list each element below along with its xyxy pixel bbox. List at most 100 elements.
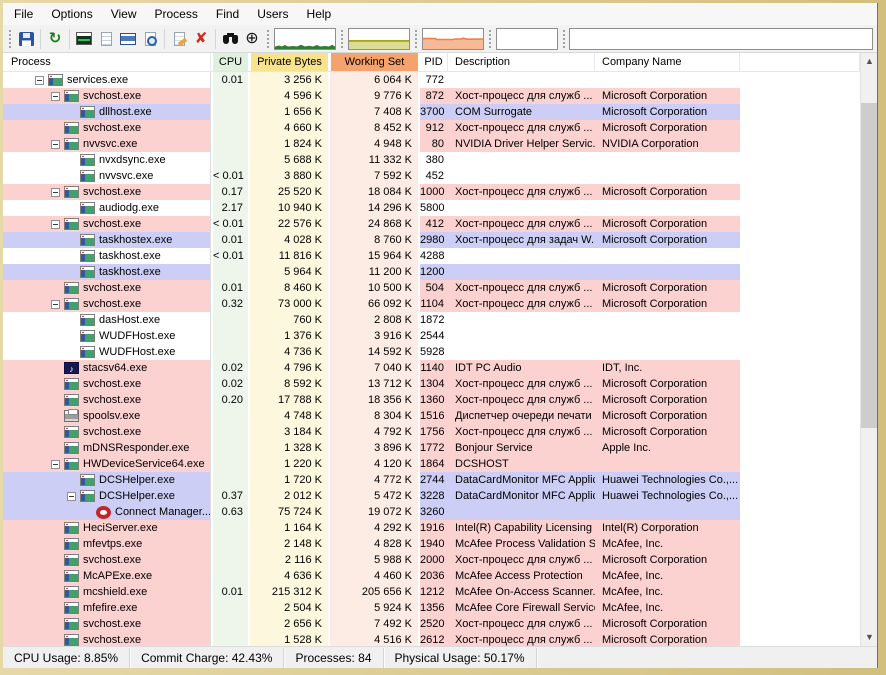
- properties-button[interactable]: [168, 28, 190, 50]
- process-row[interactable]: svchost.exe2 116 K5 988 K2000Хост-процес…: [3, 552, 860, 568]
- private-bytes-value: 8 592 K: [250, 376, 330, 392]
- process-row[interactable]: mfevtps.exe2 148 K4 828 K1940McAfee Proc…: [3, 536, 860, 552]
- view-dlls-button[interactable]: [139, 28, 161, 50]
- scrollbar-thumb[interactable]: [861, 103, 877, 428]
- menu-view[interactable]: View: [102, 4, 146, 24]
- process-row[interactable]: mDNSResponder.exe1 328 K3 896 K1772Bonjo…: [3, 440, 860, 456]
- column-header-pid[interactable]: PID: [420, 53, 448, 71]
- process-row[interactable]: svchost.exe2 656 K7 492 K2520Хост-процес…: [3, 616, 860, 632]
- save-button[interactable]: [15, 28, 37, 50]
- process-row[interactable]: taskhost.exe5 964 K11 200 K1200: [3, 264, 860, 280]
- system-information-button[interactable]: [73, 28, 95, 50]
- window-icon: [64, 602, 79, 614]
- toolbar-gripper[interactable]: [488, 30, 492, 48]
- process-name: nvvsvc.exe: [83, 136, 137, 152]
- process-row[interactable]: nvvsvc.exe1 824 K4 948 K80NVIDIA Driver …: [3, 136, 860, 152]
- company-name-value: Microsoft Corporation: [595, 232, 740, 248]
- description-value: Хост-процесс для служб ...: [448, 376, 595, 392]
- show-process-tree-button[interactable]: [95, 28, 117, 50]
- expand-toggle[interactable]: [67, 492, 76, 501]
- process-row[interactable]: mfefire.exe2 504 K5 924 K1356McAfee Core…: [3, 600, 860, 616]
- refresh-button[interactable]: ↻: [44, 28, 66, 50]
- description-value: Хост-процесс для служб ...: [448, 632, 595, 646]
- description-value: McAfee Process Validation S...: [448, 536, 595, 552]
- process-row[interactable]: svchost.exe0.018 460 K10 500 K504Хост-пр…: [3, 280, 860, 296]
- cpu-value: [211, 104, 250, 120]
- show-lower-pane-button[interactable]: [117, 28, 139, 50]
- toolbar-gripper[interactable]: [414, 30, 418, 48]
- column-header-working-set[interactable]: Working Set: [330, 53, 420, 71]
- working-set-value: 19 072 K: [330, 504, 420, 520]
- expand-toggle[interactable]: [51, 188, 60, 197]
- process-row[interactable]: WUDFHost.exe4 736 K14 592 K5928: [3, 344, 860, 360]
- process-row[interactable]: Connect Manager....0.6375 724 K19 072 K3…: [3, 504, 860, 520]
- company-name-value: Microsoft Corporation: [595, 424, 740, 440]
- process-row[interactable]: svchost.exe< 0.0122 576 K24 868 K412Хост…: [3, 216, 860, 232]
- row-filler: [740, 632, 860, 646]
- find-handle-button[interactable]: [219, 28, 241, 50]
- process-row[interactable]: taskhost.exe< 0.0111 816 K15 964 K4288: [3, 248, 860, 264]
- toolbar-gripper[interactable]: [266, 30, 270, 48]
- column-header-private-bytes[interactable]: Private Bytes: [250, 53, 330, 71]
- process-row[interactable]: audiodg.exe2.1710 940 K14 296 K5800: [3, 200, 860, 216]
- process-row[interactable]: dllhost.exe1 656 K7 408 K3700COM Surroga…: [3, 104, 860, 120]
- toolbar-gripper[interactable]: [562, 30, 566, 48]
- process-row[interactable]: svchost.exe0.2017 788 K18 356 K1360Хост-…: [3, 392, 860, 408]
- pid-value: 1940: [420, 536, 448, 552]
- expand-toggle[interactable]: [51, 300, 60, 309]
- row-filler: [740, 616, 860, 632]
- expand-toggle[interactable]: [51, 220, 60, 229]
- process-row[interactable]: svchost.exe4 660 K8 452 K912Хост-процесс…: [3, 120, 860, 136]
- process-row[interactable]: svchost.exe0.3273 000 K66 092 K1104Хост-…: [3, 296, 860, 312]
- process-row[interactable]: DCSHelper.exe0.372 012 K5 472 K3228DataC…: [3, 488, 860, 504]
- empty-graph-panel[interactable]: [569, 28, 873, 50]
- find-window-process-button[interactable]: ⊕: [241, 28, 263, 50]
- vertical-scrollbar[interactable]: ▲ ▼: [860, 53, 877, 646]
- process-row[interactable]: HWDeviceService64.exe1 220 K4 120 K1864D…: [3, 456, 860, 472]
- process-row[interactable]: nvxdsync.exe5 688 K11 332 K380: [3, 152, 860, 168]
- menu-process[interactable]: Process: [146, 4, 207, 24]
- cpu-history-graph[interactable]: [274, 28, 336, 50]
- process-row[interactable]: spoolsv.exe4 748 K8 304 K1516Диспетчер о…: [3, 408, 860, 424]
- gpu-history-graph[interactable]: [496, 28, 558, 50]
- physical-memory-graph[interactable]: [422, 28, 484, 50]
- process-row[interactable]: svchost.exe4 596 K9 776 K872Хост-процесс…: [3, 88, 860, 104]
- commit-history-graph[interactable]: [348, 28, 410, 50]
- process-row[interactable]: svchost.exe0.1725 520 K18 084 K1000Хост-…: [3, 184, 860, 200]
- process-row[interactable]: McAPExe.exe4 636 K4 460 K2036McAfee Acce…: [3, 568, 860, 584]
- company-name-value: Microsoft Corporation: [595, 392, 740, 408]
- toolbar-gripper[interactable]: [340, 30, 344, 48]
- process-row[interactable]: dasHost.exe760 K2 808 K1872: [3, 312, 860, 328]
- process-row[interactable]: WUDFHost.exe1 376 K3 916 K2544: [3, 328, 860, 344]
- process-name: HWDeviceService64.exe: [83, 456, 205, 472]
- window-icon: [80, 154, 95, 166]
- kill-process-button[interactable]: ✘: [190, 28, 212, 50]
- scroll-up-arrow[interactable]: ▲: [861, 53, 877, 70]
- process-row[interactable]: svchost.exe0.028 592 K13 712 K1304Хост-п…: [3, 376, 860, 392]
- menu-options[interactable]: Options: [42, 4, 101, 24]
- process-row[interactable]: svchost.exe3 184 K4 792 K1756Хост-процес…: [3, 424, 860, 440]
- menu-users[interactable]: Users: [248, 4, 297, 24]
- toolbar-gripper[interactable]: [8, 30, 12, 48]
- cpu-value: [211, 152, 250, 168]
- menu-help[interactable]: Help: [298, 4, 341, 24]
- scroll-down-arrow[interactable]: ▼: [861, 629, 877, 646]
- column-header-company-name[interactable]: Company Name: [595, 53, 740, 71]
- process-row[interactable]: svchost.exe1 528 K4 516 K2612Хост-процес…: [3, 632, 860, 646]
- expand-toggle[interactable]: [35, 76, 44, 85]
- column-header-description[interactable]: Description: [448, 53, 595, 71]
- process-row[interactable]: taskhostex.exe0.014 028 K8 760 K2980Хост…: [3, 232, 860, 248]
- menu-find[interactable]: Find: [207, 4, 248, 24]
- process-row[interactable]: mcshield.exe0.01215 312 K205 656 K1212Mc…: [3, 584, 860, 600]
- column-header-cpu[interactable]: CPU: [211, 53, 250, 71]
- menu-file[interactable]: File: [5, 4, 42, 24]
- expand-toggle[interactable]: [51, 92, 60, 101]
- process-row[interactable]: HeciServer.exe1 164 K4 292 K1916Intel(R)…: [3, 520, 860, 536]
- column-header-process[interactable]: Process: [3, 53, 211, 71]
- expand-toggle[interactable]: [51, 140, 60, 149]
- expand-toggle[interactable]: [51, 460, 60, 469]
- process-row[interactable]: ♪stacsv64.exe0.024 796 K7 040 K1140IDT P…: [3, 360, 860, 376]
- process-row[interactable]: services.exe0.013 256 K6 064 K772: [3, 72, 860, 88]
- process-row[interactable]: DCSHelper.exe1 720 K4 772 K2744DataCardM…: [3, 472, 860, 488]
- process-row[interactable]: nvvsvc.exe< 0.013 880 K7 592 K452: [3, 168, 860, 184]
